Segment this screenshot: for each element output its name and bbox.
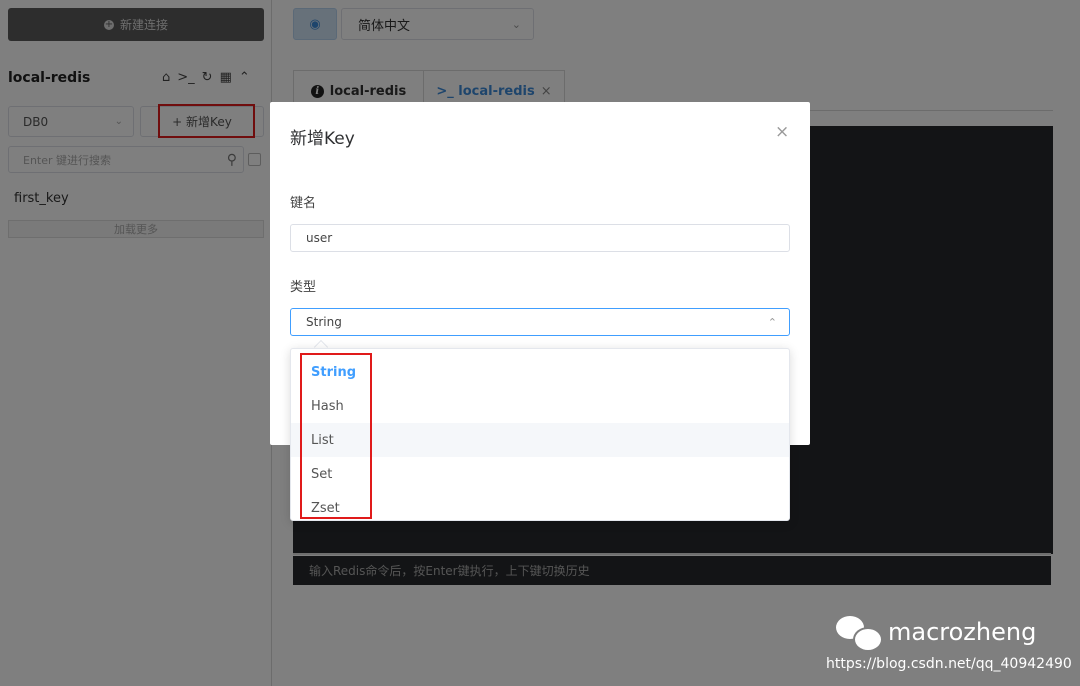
highlight-box: [300, 353, 372, 519]
wechat-icon: [836, 614, 883, 652]
chevron-up-icon: ⌃: [767, 315, 777, 329]
watermark-url: https://blog.csdn.net/qq_40942490: [826, 656, 1072, 672]
watermark-name: macrozheng: [888, 618, 1037, 646]
key-name-value: user: [306, 231, 333, 245]
key-type-value: String: [306, 315, 342, 329]
watermark: macrozheng: [836, 614, 1037, 652]
key-type-select[interactable]: String ⌃: [290, 308, 790, 336]
key-name-input[interactable]: user: [290, 224, 790, 252]
key-name-label: 键名: [290, 196, 317, 211]
dialog-title: 新增Key: [290, 129, 355, 149]
key-type-label: 类型: [290, 280, 317, 295]
close-icon[interactable]: ×: [775, 122, 789, 142]
